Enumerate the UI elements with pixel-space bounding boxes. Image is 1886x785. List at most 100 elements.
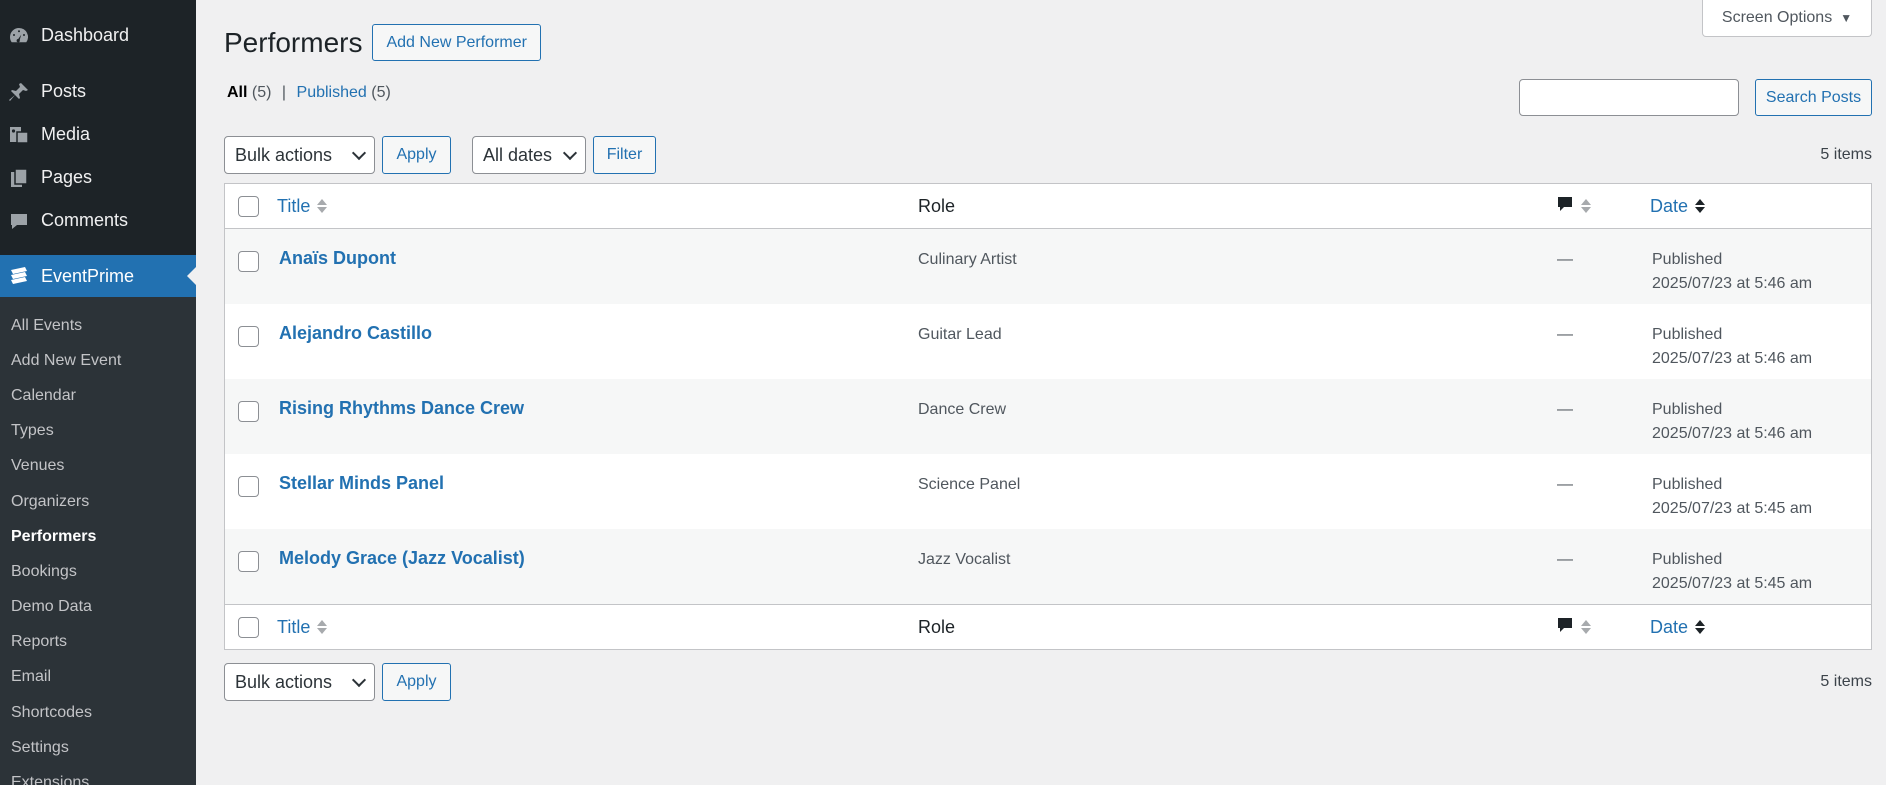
performer-title-link[interactable]: Anaïs Dupont xyxy=(279,248,396,269)
screen-options-label: Screen Options xyxy=(1721,9,1833,26)
submenu-email[interactable]: Email xyxy=(0,660,196,695)
row-checkbox[interactable] xyxy=(238,551,259,572)
submenu-bookings[interactable]: Bookings xyxy=(0,554,196,589)
column-title-footer[interactable]: Title xyxy=(277,616,328,638)
pages-icon xyxy=(8,167,30,189)
column-role-footer: Role xyxy=(918,616,956,637)
submenu-organizers[interactable]: Organizers xyxy=(0,484,196,519)
comment-icon xyxy=(1556,616,1574,639)
performer-title-link[interactable]: Rising Rhythms Dance Crew xyxy=(279,398,524,419)
column-date-label: Date xyxy=(1650,616,1689,637)
eventprime-icon xyxy=(8,265,30,287)
page-heading: Performers Add New Performer xyxy=(224,24,541,61)
performer-role: Jazz Vocalist xyxy=(918,551,1011,568)
view-all-count: (5) xyxy=(251,84,272,101)
post-status: Published xyxy=(1652,401,1723,418)
performer-title-link[interactable]: Alejandro Castillo xyxy=(279,323,432,344)
post-status: Published xyxy=(1652,551,1723,568)
performer-title-link[interactable]: Melody Grace (Jazz Vocalist) xyxy=(279,548,525,569)
row-checkbox[interactable] xyxy=(238,251,259,272)
view-all-link[interactable]: All xyxy=(227,84,247,101)
column-date-footer[interactable]: Date xyxy=(1650,616,1706,638)
bulk-actions-select-bottom[interactable]: Bulk actions xyxy=(224,663,375,701)
submenu-venues[interactable]: Venues xyxy=(0,449,196,484)
comment-count: — xyxy=(1557,326,1573,343)
screen-options-button[interactable]: Screen Options ▼ xyxy=(1702,0,1872,37)
row-checkbox[interactable] xyxy=(238,476,259,497)
select-all-checkbox-footer[interactable] xyxy=(238,616,259,638)
column-comments-header[interactable] xyxy=(1556,195,1591,218)
comment-count: — xyxy=(1557,551,1573,568)
menu-posts[interactable]: Posts xyxy=(0,70,196,113)
media-icon xyxy=(8,124,30,146)
submenu-performers[interactable]: Performers xyxy=(0,519,196,554)
comment-icon xyxy=(1556,195,1574,218)
admin-sidebar: Dashboard Posts Media Pages Comments Eve… xyxy=(0,0,196,785)
submenu-calendar[interactable]: Calendar xyxy=(0,378,196,413)
post-status: Published xyxy=(1652,326,1723,343)
post-status: Published xyxy=(1652,251,1723,268)
pin-icon xyxy=(8,81,30,103)
search-posts-button[interactable]: Search Posts xyxy=(1755,79,1872,116)
menu-label: Dashboard xyxy=(41,25,130,45)
chevron-down-icon xyxy=(351,672,367,687)
filter-button[interactable]: Filter xyxy=(593,136,656,174)
menu-label: Pages xyxy=(41,167,93,187)
menu-label: EventPrime xyxy=(41,265,135,286)
submenu-add-new-event[interactable]: Add New Event xyxy=(0,343,196,378)
column-comments-footer[interactable] xyxy=(1556,616,1591,639)
sort-desc-icon xyxy=(1695,620,1706,634)
search-input[interactable] xyxy=(1519,79,1739,116)
table-row: Alejandro Castillo Guitar Lead — Publish… xyxy=(225,304,1871,379)
menu-comments[interactable]: Comments xyxy=(0,199,196,242)
chevron-down-icon xyxy=(562,145,578,160)
view-published-link[interactable]: Published xyxy=(297,84,367,101)
table-footer: Title Role Date xyxy=(225,604,1871,649)
submenu-reports[interactable]: Reports xyxy=(0,625,196,660)
post-status: Published xyxy=(1652,476,1723,493)
submenu-extensions[interactable]: Extensions xyxy=(0,765,196,785)
caret-down-icon: ▼ xyxy=(1840,11,1853,25)
column-date-header[interactable]: Date xyxy=(1650,196,1706,217)
table-row: Stellar Minds Panel Science Panel — Publ… xyxy=(225,454,1871,529)
submenu-all-events[interactable]: All Events xyxy=(0,308,196,343)
eventprime-submenu: All Events Add New Event Calendar Types … xyxy=(0,297,196,785)
menu-label: Media xyxy=(41,124,91,144)
column-title-label: Title xyxy=(277,616,311,637)
table-row: Anaïs Dupont Culinary Artist — Published… xyxy=(225,229,1871,304)
table-row: Rising Rhythms Dance Crew Dance Crew — P… xyxy=(225,379,1871,454)
performer-role: Dance Crew xyxy=(918,401,1007,418)
submenu-types[interactable]: Types xyxy=(0,414,196,449)
comment-count: — xyxy=(1557,476,1573,493)
tablenav-bottom: Bulk actions Apply 5 items xyxy=(224,663,1872,701)
row-checkbox[interactable] xyxy=(238,326,259,347)
column-title-header[interactable]: Title xyxy=(277,196,328,217)
bulk-actions-select[interactable]: Bulk actions xyxy=(224,136,375,174)
bulk-actions-value: Bulk actions xyxy=(235,144,333,165)
select-all-checkbox[interactable] xyxy=(238,195,259,217)
post-date: 2025/07/23 at 5:45 am xyxy=(1652,500,1813,517)
items-count-bottom: 5 items xyxy=(1820,673,1872,690)
post-date: 2025/07/23 at 5:46 am xyxy=(1652,425,1813,442)
sort-icon xyxy=(317,199,328,213)
add-new-performer-button[interactable]: Add New Performer xyxy=(372,24,541,61)
dates-value: All dates xyxy=(483,144,553,165)
dates-select[interactable]: All dates xyxy=(472,136,586,174)
submenu-demo-data[interactable]: Demo Data xyxy=(0,590,196,625)
menu-media[interactable]: Media xyxy=(0,113,196,156)
submenu-shortcodes[interactable]: Shortcodes xyxy=(0,695,196,730)
menu-label: Posts xyxy=(41,81,87,101)
performers-table: Title Role Date Anaïs Dupont Culinary Ar… xyxy=(224,183,1872,650)
menu-pages[interactable]: Pages xyxy=(0,156,196,199)
comment-count: — xyxy=(1557,251,1573,268)
menu-eventprime[interactable]: EventPrime xyxy=(0,255,196,297)
table-header: Title Role Date xyxy=(225,184,1871,229)
post-date: 2025/07/23 at 5:46 am xyxy=(1652,275,1813,292)
menu-dashboard[interactable]: Dashboard xyxy=(0,14,196,57)
row-checkbox[interactable] xyxy=(238,401,259,422)
view-filters: All (5) | Published (5) xyxy=(227,84,391,102)
apply-button[interactable]: Apply xyxy=(382,136,451,174)
performer-title-link[interactable]: Stellar Minds Panel xyxy=(279,473,444,494)
apply-button-bottom[interactable]: Apply xyxy=(382,663,451,701)
submenu-settings[interactable]: Settings xyxy=(0,730,196,765)
